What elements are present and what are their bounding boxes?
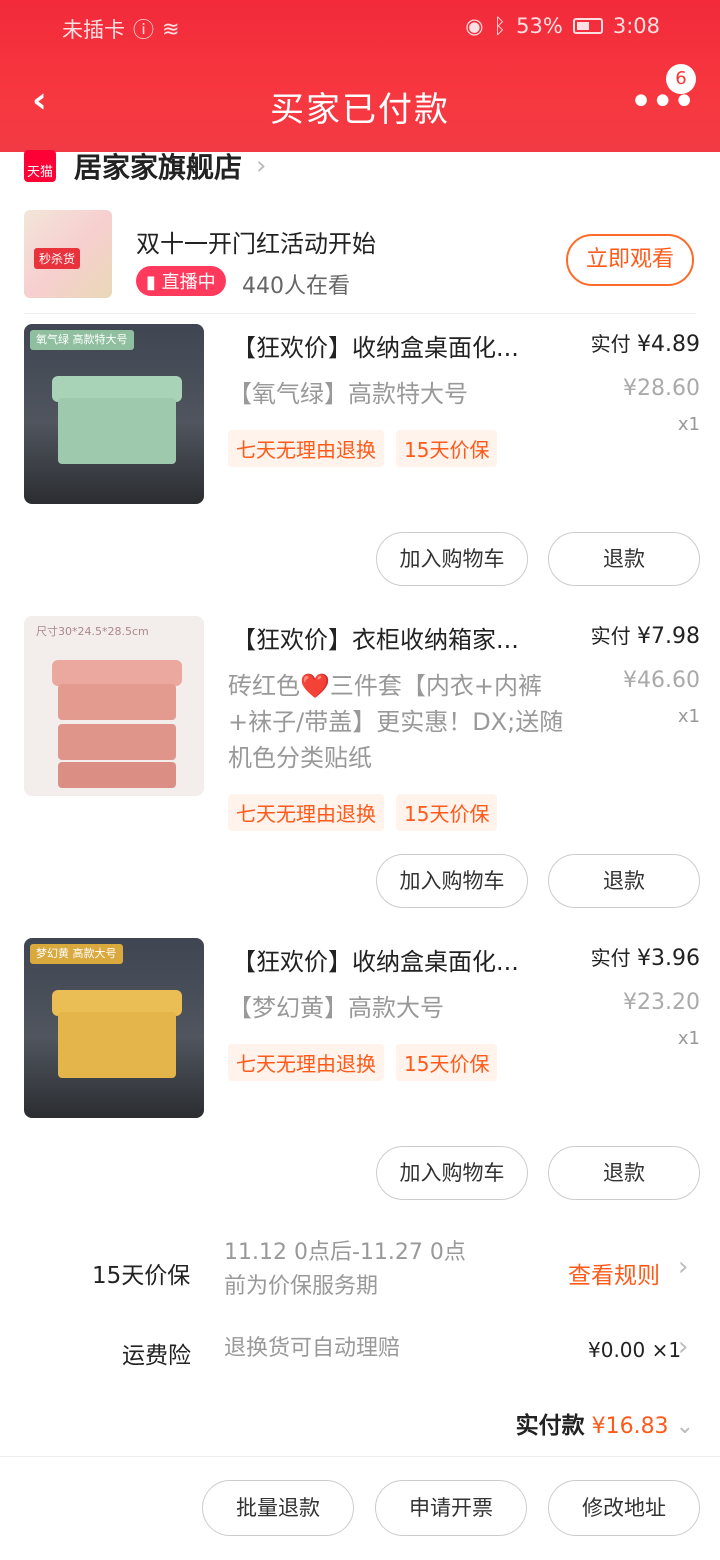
product-image[interactable]: 梦幻黄 高款大号 xyxy=(24,938,204,1118)
carrier-text: 未插卡 xyxy=(62,18,125,42)
tmall-logo: 天猫 xyxy=(24,150,56,182)
batch-refund-button[interactable]: 批量退款 xyxy=(202,1480,354,1536)
image-label: 尺寸30*24.5*28.5cm xyxy=(36,625,149,638)
view-rules-link[interactable]: 查看规则 xyxy=(568,1256,660,1290)
refund-button[interactable]: 退款 xyxy=(548,1146,700,1200)
chevron-right-icon: › xyxy=(678,1252,689,1282)
return-tag: 七天无理由退换 xyxy=(228,1044,384,1081)
page-title: 买家已付款 xyxy=(270,90,450,130)
quantity: x1 xyxy=(677,414,700,435)
box-body xyxy=(58,398,176,464)
paid-price: 实付 ¥7.98 xyxy=(590,624,700,649)
service-tags: 七天无理由退换 15天价保 xyxy=(228,1044,498,1081)
product-image[interactable]: 氧气绿 高款特大号 xyxy=(24,324,204,504)
product-image[interactable]: 尺寸30*24.5*28.5cm xyxy=(24,616,204,796)
battery-percent: 53% xyxy=(516,14,563,38)
product-title[interactable]: 【狂欢价】衣柜收纳箱家... xyxy=(232,620,562,655)
live-stream-row[interactable]: 秒杀货 双十一开门红活动开始 ▮ 直播中 440人在看 立即观看 xyxy=(24,210,696,310)
price-protect-tag: 15天价保 xyxy=(396,430,498,467)
watch-now-button[interactable]: 立即观看 xyxy=(566,234,694,286)
box-body xyxy=(58,684,176,720)
modify-address-button[interactable]: 修改地址 xyxy=(548,1480,700,1536)
add-to-cart-button[interactable]: 加入购物车 xyxy=(376,1146,528,1200)
service-tags: 七天无理由退换 15天价保 xyxy=(228,430,498,467)
refund-button[interactable]: 退款 xyxy=(548,532,700,586)
order-total: 实付款 ¥16.83 ⌄ xyxy=(516,1406,694,1440)
chevron-right-icon: › xyxy=(256,151,267,181)
live-badge: ▮ 直播中 xyxy=(136,266,226,296)
price-protect-tag: 15天价保 xyxy=(396,1044,498,1081)
divider xyxy=(24,313,696,314)
shipping-insurance-text: 退换货可自动理赔 xyxy=(224,1336,401,1361)
product-sku: 【氧气绿】高款特大号 xyxy=(228,380,468,408)
product-title[interactable]: 【狂欢价】收纳盒桌面化... xyxy=(232,328,562,363)
shipping-insurance-label: 运费险 xyxy=(122,1343,191,1369)
price-protect-text: 11.12 0点后-11.27 0点前为价保服务期 xyxy=(224,1240,466,1299)
live-thumb-tag: 秒杀货 xyxy=(34,248,81,269)
box-body xyxy=(58,762,176,788)
price-protect-label: 15天价保 xyxy=(92,1263,191,1289)
more-button[interactable]: ••• xyxy=(629,82,696,122)
box-body xyxy=(58,724,176,760)
clock: 3:08 xyxy=(612,14,660,38)
original-price: ¥28.60 xyxy=(623,376,700,401)
quantity: x1 xyxy=(677,706,700,727)
paid-price: 实付 ¥3.96 xyxy=(590,946,700,971)
add-to-cart-button[interactable]: 加入购物车 xyxy=(376,854,528,908)
status-bar: 未插卡 ⓘ ≋ ◉ ᛒ 53% 3:08 xyxy=(0,14,720,44)
total-amount: ¥16.83 xyxy=(591,1414,669,1439)
box-lid xyxy=(52,660,182,686)
original-price: ¥46.60 xyxy=(623,668,700,693)
quantity: x1 xyxy=(677,1028,700,1049)
original-price: ¥23.20 xyxy=(623,990,700,1015)
service-tags: 七天无理由退换 15天价保 xyxy=(228,794,498,831)
add-to-cart-button[interactable]: 加入购物车 xyxy=(376,532,528,586)
divider xyxy=(0,1456,720,1457)
store-name: 居家家旗舰店 xyxy=(74,151,243,184)
sim-alert-icon: ⓘ xyxy=(133,18,154,42)
return-tag: 七天无理由退换 xyxy=(228,430,384,467)
price-protect-tag: 15天价保 xyxy=(396,794,498,831)
image-label: 梦幻黄 高款大号 xyxy=(30,944,123,964)
bluetooth-icon: ᛒ xyxy=(493,14,507,38)
chevron-right-icon[interactable]: › xyxy=(678,1332,688,1362)
refund-button[interactable]: 退款 xyxy=(548,854,700,908)
total-label: 实付款 xyxy=(515,1413,585,1439)
more-dots-icon: ••• xyxy=(629,79,696,125)
eye-icon: ◉ xyxy=(465,14,484,38)
store-row[interactable]: 天猫 居家家旗舰店 › xyxy=(24,146,266,186)
product-title[interactable]: 【狂欢价】收纳盒桌面化... xyxy=(232,942,562,977)
product-sku: 砖红色❤️三件套【内衣+内裤+袜子/带盖】更实惠！DX;送随机色分类贴纸 xyxy=(228,672,564,772)
top-bar: 未插卡 ⓘ ≋ ◉ ᛒ 53% 3:08 ‹ 买家已付款 6 ••• xyxy=(0,0,720,152)
battery-icon xyxy=(572,18,603,34)
viewer-count: 440人在看 xyxy=(242,274,350,299)
return-tag: 七天无理由退换 xyxy=(228,794,384,831)
request-invoice-button[interactable]: 申请开票 xyxy=(375,1480,527,1536)
live-title: 双十一开门红活动开始 xyxy=(136,230,376,258)
box-body xyxy=(58,1012,176,1078)
bars-icon: ▮ xyxy=(146,272,162,293)
product-sku: 【梦幻黄】高款大号 xyxy=(228,994,444,1022)
chevron-down-icon[interactable]: ⌄ xyxy=(676,1414,694,1439)
shipping-insurance-value: ¥0.00 ×1 xyxy=(588,1338,682,1362)
image-label: 氧气绿 高款特大号 xyxy=(30,330,134,350)
paid-price: 实付 ¥4.89 xyxy=(590,332,700,357)
wifi-icon: ≋ xyxy=(162,17,180,41)
live-thumbnail[interactable]: 秒杀货 xyxy=(24,210,112,298)
